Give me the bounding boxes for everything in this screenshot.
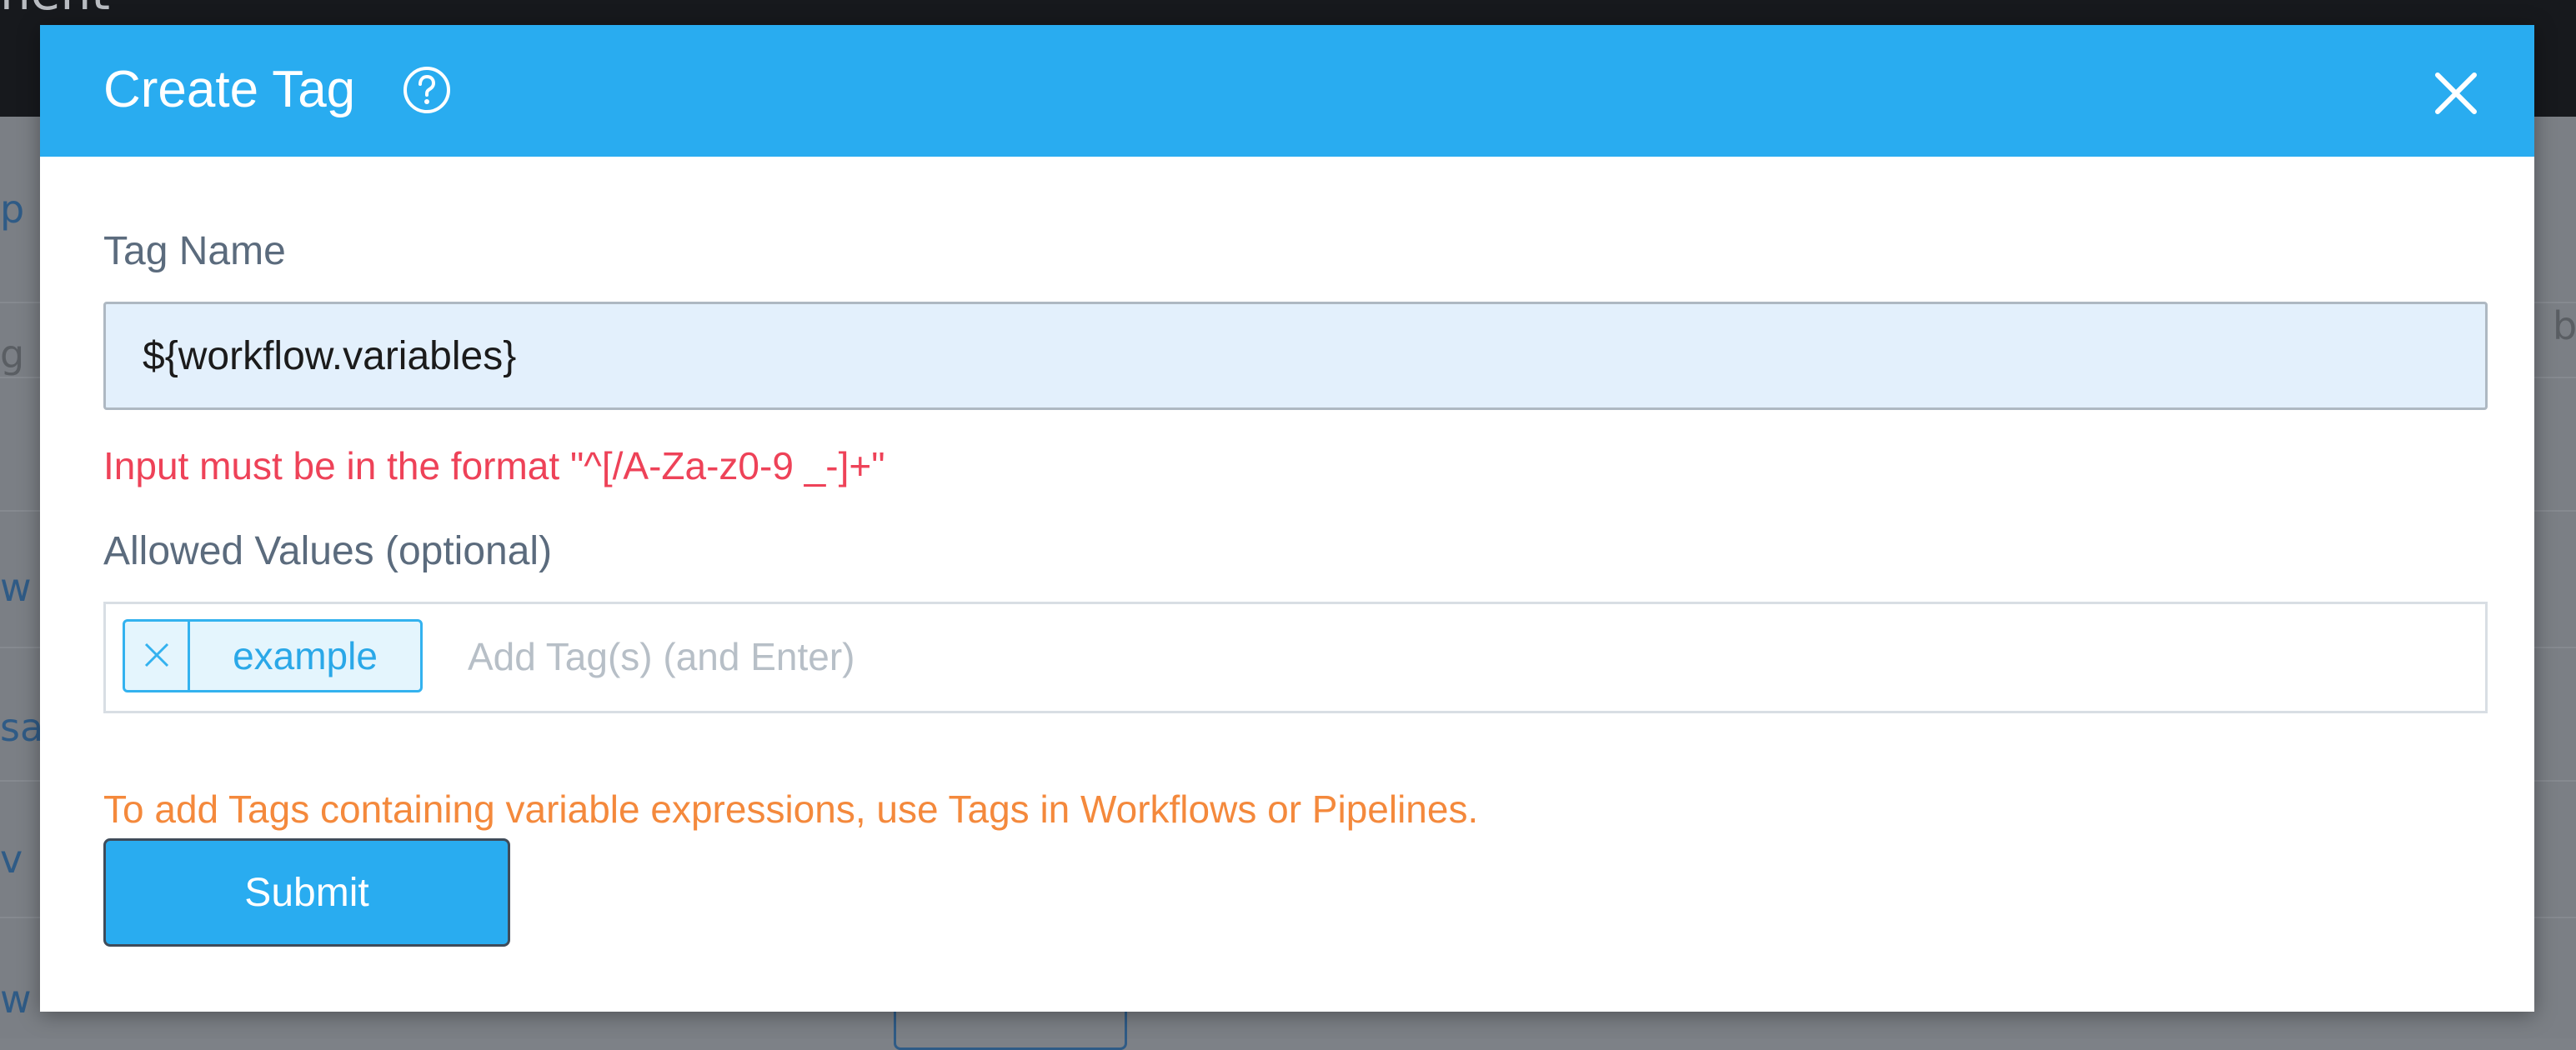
background-text-fragment: g: [0, 332, 25, 377]
background-text-fragment: p: [0, 187, 25, 232]
allowed-values-label: Allowed Values (optional): [103, 529, 553, 573]
dialog-title: Create Tag: [103, 61, 356, 118]
tag-name-input[interactable]: [103, 302, 2488, 410]
dialog-header: Create Tag: [40, 25, 2534, 157]
tag-remove-button[interactable]: [125, 622, 190, 690]
create-tag-dialog: Create Tag Tag Name Input must be in the…: [40, 25, 2534, 1012]
background-text-fragment: v: [0, 837, 23, 882]
background-text-fragment: w: [0, 565, 32, 610]
allowed-values-tag-input[interactable]: example: [103, 602, 2488, 713]
submit-button[interactable]: Submit: [103, 838, 510, 947]
tag-chip-label: example: [233, 634, 378, 678]
tag-name-label: Tag Name: [103, 229, 286, 273]
background-text-fragment: sa: [0, 705, 44, 750]
close-icon[interactable]: [2429, 67, 2483, 120]
close-icon: [144, 642, 169, 668]
question-circle-icon[interactable]: [400, 63, 454, 117]
background-text-fragment: b: [2553, 303, 2576, 348]
add-tags-input[interactable]: [468, 628, 1718, 686]
tag-chip-example: example: [123, 619, 423, 692]
background-text-fragment: w: [0, 977, 32, 1022]
variable-expressions-warning: To add Tags containing variable expressi…: [103, 788, 1479, 831]
background-page-title: nent: [0, 0, 110, 17]
tag-name-error: Input must be in the format "^[/A-Za-z0-…: [103, 444, 885, 488]
